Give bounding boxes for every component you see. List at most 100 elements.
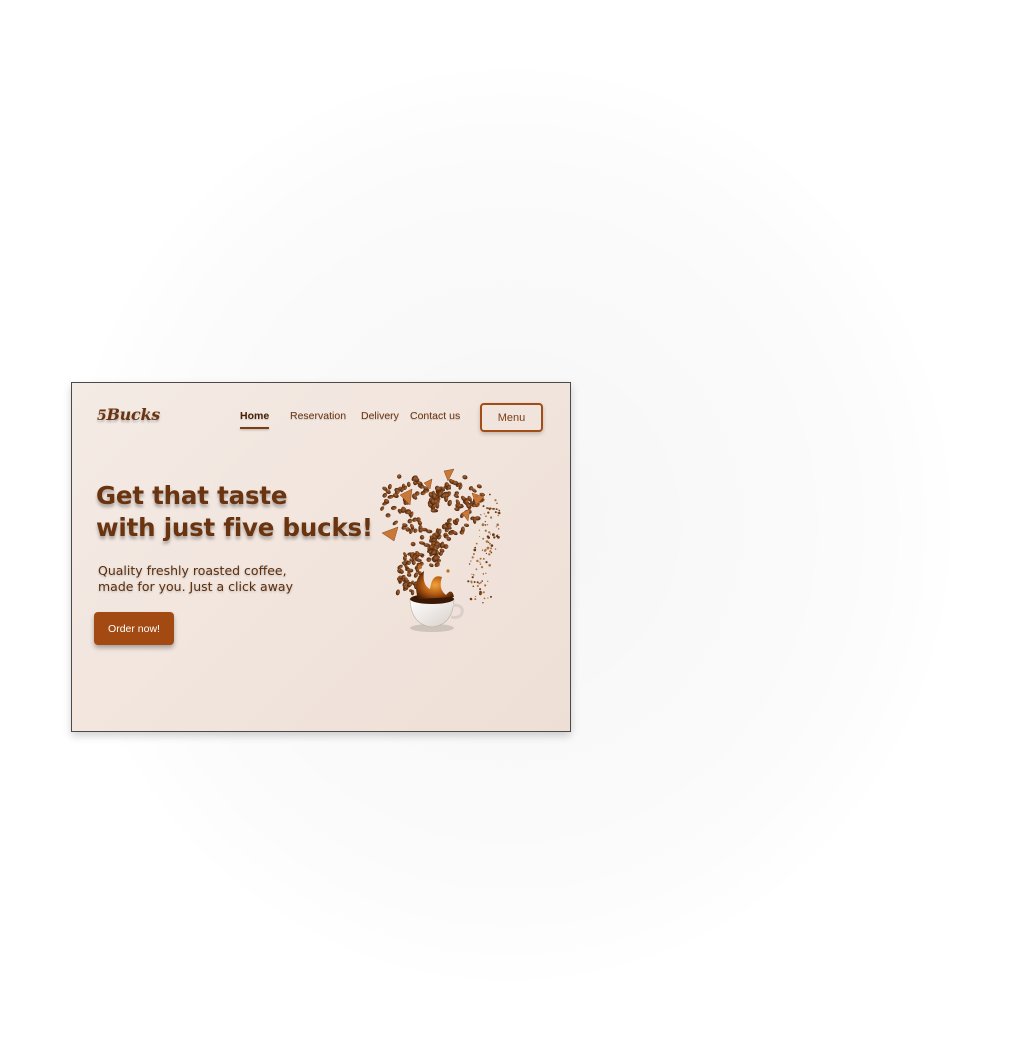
nav-link-reservation[interactable]: Reservation [290, 410, 346, 422]
coffee-bean [397, 474, 402, 479]
coffee-ground [476, 581, 479, 584]
coffee-ground [484, 548, 487, 551]
coffee-ground [472, 585, 475, 588]
coffee-ground [478, 501, 481, 504]
coffee-ground [472, 553, 475, 555]
coffee-ground [495, 526, 497, 528]
nav-link-home[interactable]: Home [240, 410, 270, 429]
coffee-ground [485, 515, 487, 518]
coffee-ground [483, 597, 486, 600]
coffee-bean [426, 557, 432, 563]
coffee-ground [488, 553, 491, 556]
coffee-bean [410, 541, 416, 547]
coffee-ground [486, 546, 490, 550]
coffee-ground [481, 549, 484, 551]
coffee-bean [406, 572, 412, 577]
coffee-ground [479, 588, 482, 591]
coffee-bean [399, 568, 403, 574]
menu-button[interactable]: Menu [480, 403, 543, 432]
coffee-bean [397, 564, 403, 570]
coffee-ground [480, 514, 482, 516]
coffee-ground [478, 529, 480, 531]
coffee-ground [469, 597, 473, 601]
coffee-ground [475, 595, 477, 598]
coffee-bean [392, 520, 398, 526]
order-now-button[interactable]: Order now! [94, 612, 174, 645]
coffee-ground [497, 508, 499, 510]
coffee-ground [487, 597, 489, 599]
coffee-ground [484, 584, 487, 587]
brand-logo[interactable]: 5Bucks [97, 405, 160, 424]
coffee-ground [497, 511, 501, 515]
coffee-bean [406, 481, 411, 487]
coffee-ground [476, 559, 479, 563]
coffee-ground [481, 499, 484, 502]
coffee-ground [492, 508, 494, 510]
coffee-ground [467, 580, 470, 583]
coffee-bean [476, 484, 482, 489]
coffee-ground [482, 573, 484, 575]
coffee-bean [395, 589, 400, 596]
coffee-bean [390, 505, 397, 510]
coffee-ground [490, 544, 494, 547]
coffee-ground [479, 557, 482, 560]
coffee-ground [488, 531, 491, 534]
coffee-ground [494, 499, 497, 502]
coffee-ground [482, 494, 484, 496]
coffee-ground [490, 547, 493, 550]
coffee-ground [476, 585, 479, 587]
coffee-ground [481, 580, 483, 582]
hero-subtitle: Quality freshly roasted coffee, made for… [98, 563, 293, 595]
coffee-ground [484, 524, 487, 526]
coffee-ground [487, 511, 490, 514]
coffee-bean [387, 483, 392, 490]
coffee-ground [487, 536, 490, 539]
hero-subtitle-line-1: Quality freshly roasted coffee, [98, 563, 287, 578]
nav-link-home-label: Home [240, 410, 270, 422]
coffee-bean [462, 475, 468, 480]
coffee-ground [479, 536, 481, 537]
coffee-ground [485, 552, 487, 555]
nav-link-contact-us[interactable]: Contact us [410, 410, 460, 422]
coffee-ground [480, 566, 484, 569]
coffee-ground [473, 581, 476, 583]
coffee-beans-heart-cup-illustration [380, 468, 501, 632]
coffee-ground [490, 551, 493, 554]
coffee-ground [487, 507, 489, 509]
coffee-bean [463, 523, 470, 528]
coffee-ground [485, 561, 488, 564]
coffee-ground [471, 556, 474, 559]
coffee-ground [483, 513, 485, 515]
nav-link-delivery[interactable]: Delivery [361, 410, 399, 422]
coffee-ground [482, 505, 485, 508]
hero-title-line-2: with just five bucks! [96, 513, 373, 542]
coffee-ground [475, 568, 478, 571]
coffee-ground [472, 573, 474, 575]
coffee-ground [482, 557, 485, 560]
hero-subtitle-line-2: made for you. Just a click away [98, 579, 293, 594]
coffee-ground [475, 542, 478, 545]
coffee-ground [485, 572, 487, 574]
coffee-bean [429, 563, 434, 568]
coffee-ground [473, 548, 477, 552]
landing-page-frame: 5Bucks Home Reservation Delivery Contact… [71, 382, 571, 732]
coffee-ground [471, 573, 473, 575]
coffee-ground [497, 512, 499, 514]
coffee-ground [479, 561, 481, 563]
coffee-ground [475, 495, 478, 498]
coffee-ground [493, 536, 496, 539]
coffee-bean [380, 506, 385, 511]
coffee-ground [488, 564, 491, 567]
coffee-bean [419, 535, 425, 540]
coffee-ground [485, 540, 489, 543]
coffee-ground [479, 563, 482, 565]
coffee-ground [488, 542, 491, 545]
coffee-ground [487, 580, 489, 582]
coffee-ground [479, 581, 482, 584]
coffee-ground [484, 529, 487, 532]
coffee-ground [482, 602, 484, 604]
coffee-ground [479, 590, 482, 594]
hero-title: Get that taste with just five bucks! [96, 480, 373, 544]
coffee-bean [385, 513, 391, 518]
active-nav-underline [240, 427, 270, 429]
